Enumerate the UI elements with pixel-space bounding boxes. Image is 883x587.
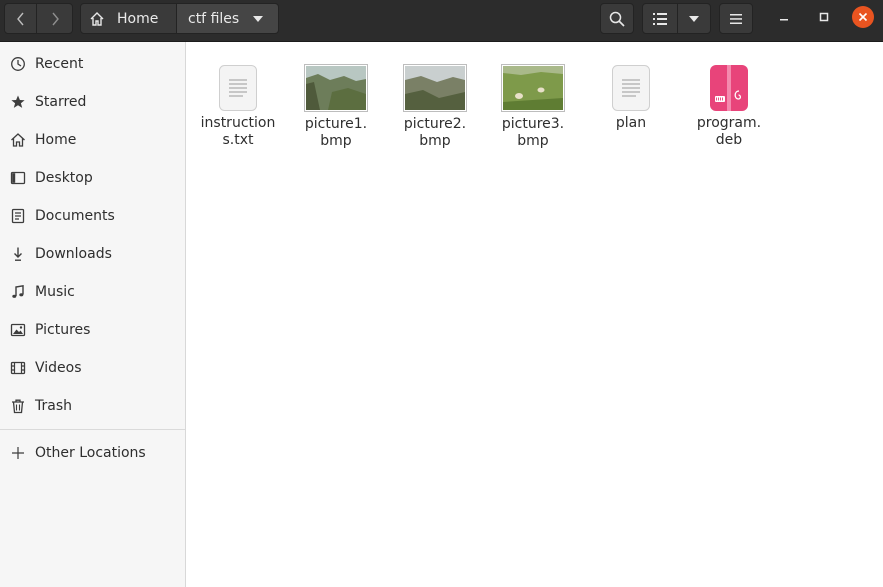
path-home-button[interactable]: Home [80,3,177,34]
sidebar-item-label: Desktop [35,170,93,186]
close-icon [858,12,868,22]
file-item[interactable]: instruction s.txt [192,65,284,149]
path-home-label: Home [117,10,159,27]
image-thumbnail [304,64,368,112]
file-item[interactable]: picture1. bmp [290,64,382,150]
sidebar-item-trash[interactable]: Trash [0,388,185,424]
maximize-button[interactable] [813,6,835,28]
view-options-button[interactable] [677,3,711,34]
sidebar-item-videos[interactable]: Videos [0,350,185,386]
sidebar-separator [0,429,185,430]
pictures-icon [10,322,26,338]
sidebar-item-label: Downloads [35,246,112,262]
sidebar-item-label: Pictures [35,322,91,338]
back-icon [16,12,24,25]
sidebar-item-home[interactable]: Home [0,122,185,158]
path-current-folder-button[interactable]: ctf files [177,3,279,34]
chevron-down-icon [689,15,699,22]
videos-icon [10,360,26,376]
sidebar-item-downloads[interactable]: Downloads [0,236,185,272]
sidebar-item-label: Home [35,132,77,148]
hamburger-menu-icon [730,13,742,24]
download-icon [10,246,26,262]
header-bar: Home ctf files [0,0,883,42]
file-item[interactable]: picture3. bmp [487,64,579,150]
list-view-button[interactable] [642,3,678,34]
file-item[interactable]: picture2. bmp [389,64,481,150]
sidebar-item-label: Documents [35,208,115,224]
clock-icon [10,56,26,72]
trash-icon [10,398,26,414]
text-file-icon [219,65,257,111]
documents-icon [10,208,26,224]
file-name: program. deb [696,115,762,148]
sidebar-item-label: Other Locations [35,445,146,461]
desktop-icon [10,170,26,186]
file-name: picture2. bmp [403,116,467,149]
minimize-button[interactable] [773,6,795,28]
music-icon [10,284,26,300]
sidebar-item-label: Starred [35,94,87,110]
close-button[interactable] [852,6,874,28]
sidebar-item-label: Music [35,284,75,300]
plus-icon [10,445,26,461]
list-view-icon [653,12,667,25]
home-icon [90,11,104,26]
debian-package-icon [710,65,748,111]
file-name: picture1. bmp [304,116,368,149]
file-view[interactable]: instruction s.txt picture1. bmp picture2… [186,42,883,587]
places-sidebar: Recent Starred Home Desktop Documents Do… [0,42,186,587]
main-menu-button[interactable] [719,3,753,34]
search-icon [609,11,625,27]
sidebar-item-desktop[interactable]: Desktop [0,160,185,196]
home-icon [10,132,26,148]
search-button[interactable] [600,3,634,34]
forward-icon [51,12,59,25]
forward-button[interactable] [36,3,73,34]
path-bar: Home ctf files [80,3,279,34]
maximize-icon [819,12,829,22]
sidebar-item-label: Recent [35,56,84,72]
image-thumbnail [403,64,467,112]
sidebar-item-starred[interactable]: Starred [0,84,185,120]
sidebar-item-music[interactable]: Music [0,274,185,310]
file-name: instruction s.txt [200,115,276,148]
image-thumbnail [501,64,565,112]
sidebar-item-label: Trash [35,398,72,414]
chevron-down-icon [253,15,264,22]
path-current-label: ctf files [188,10,240,27]
sidebar-item-documents[interactable]: Documents [0,198,185,234]
back-button[interactable] [4,3,37,34]
sidebar-item-pictures[interactable]: Pictures [0,312,185,348]
file-item[interactable]: program. deb [683,65,775,149]
file-item[interactable]: plan [585,65,677,132]
star-icon [10,94,26,110]
text-file-icon [612,65,650,111]
sidebar-item-label: Videos [35,360,82,376]
file-name: picture3. bmp [501,116,565,149]
minimize-icon [780,19,788,21]
file-name: plan [615,115,647,131]
sidebar-item-other-locations[interactable]: Other Locations [0,435,185,471]
sidebar-item-recent[interactable]: Recent [0,46,185,82]
